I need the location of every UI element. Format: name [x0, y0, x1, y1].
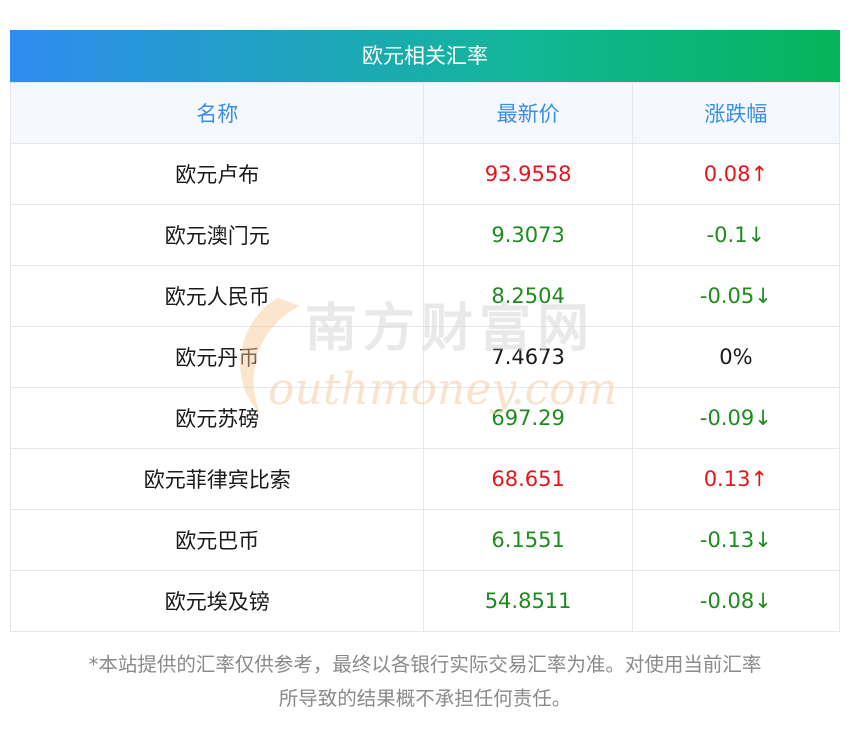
disclaimer-note: *本站提供的汇率仅供参考，最终以各银行实际交易汇率为准。对使用当前汇率 所导致的… — [10, 648, 840, 716]
latest-price-cell: 68.651 — [423, 448, 633, 510]
latest-price-cell: 697.29 — [423, 387, 633, 449]
change-percent-cell: -0.08↓ — [631, 570, 841, 632]
latest-price-cell: 7.4673 — [423, 326, 633, 388]
table-header-row: 名称 最新价 涨跌幅 — [9, 82, 841, 144]
change-percent-cell: -0.05↓ — [631, 265, 841, 327]
table-row: 欧元卢布 93.9558 0.08↑ — [9, 143, 841, 205]
disclaimer-line-1: *本站提供的汇率仅供参考，最终以各银行实际交易汇率为准。对使用当前汇率 — [88, 653, 762, 676]
currency-name-cell: 欧元卢布 — [9, 143, 425, 205]
currency-name-cell: 欧元澳门元 — [9, 204, 425, 266]
change-percent-cell: -0.13↓ — [631, 509, 841, 571]
disclaimer-line-2: 所导致的结果概不承担任何责任。 — [278, 687, 572, 710]
currency-name-cell: 欧元埃及镑 — [9, 570, 425, 632]
table-title: 欧元相关汇率 — [10, 30, 840, 82]
latest-price-cell: 8.2504 — [423, 265, 633, 327]
column-header-change: 涨跌幅 — [631, 82, 841, 144]
currency-name-cell: 欧元丹币 — [9, 326, 425, 388]
table-row: 欧元丹币 7.4673 0% — [9, 326, 841, 388]
currency-name-cell: 欧元苏磅 — [9, 387, 425, 449]
latest-price-cell: 93.9558 — [423, 143, 633, 205]
latest-price-cell: 6.1551 — [423, 509, 633, 571]
table-row: 欧元澳门元 9.3073 -0.1↓ — [9, 204, 841, 266]
change-percent-cell: 0.13↑ — [631, 448, 841, 510]
table-row: 欧元巴币 6.1551 -0.13↓ — [9, 509, 841, 571]
change-percent-cell: -0.09↓ — [631, 387, 841, 449]
table-row: 欧元苏磅 697.29 -0.09↓ — [9, 387, 841, 449]
change-percent-cell: -0.1↓ — [631, 204, 841, 266]
column-header-price: 最新价 — [423, 82, 633, 144]
column-header-name: 名称 — [9, 82, 425, 144]
change-percent-cell: 0% — [631, 326, 841, 388]
latest-price-cell: 9.3073 — [423, 204, 633, 266]
table-row: 欧元埃及镑 54.8511 -0.08↓ — [9, 570, 841, 632]
table-row: 欧元菲律宾比索 68.651 0.13↑ — [9, 448, 841, 510]
currency-name-cell: 欧元巴币 — [9, 509, 425, 571]
exchange-rate-card: 欧元相关汇率 名称 最新价 涨跌幅 欧元卢布 93.9558 0.08↑ 欧元澳门元 9… — [9, 30, 841, 632]
currency-name-cell: 欧元菲律宾比索 — [9, 448, 425, 510]
exchange-rate-table: 名称 最新价 涨跌幅 欧元卢布 93.9558 0.08↑ 欧元澳门元 9.3073 -0… — [9, 82, 841, 632]
table-row: 欧元人民币 8.2504 -0.05↓ — [9, 265, 841, 327]
currency-name-cell: 欧元人民币 — [9, 265, 425, 327]
change-percent-cell: 0.08↑ — [631, 143, 841, 205]
latest-price-cell: 54.8511 — [423, 570, 633, 632]
